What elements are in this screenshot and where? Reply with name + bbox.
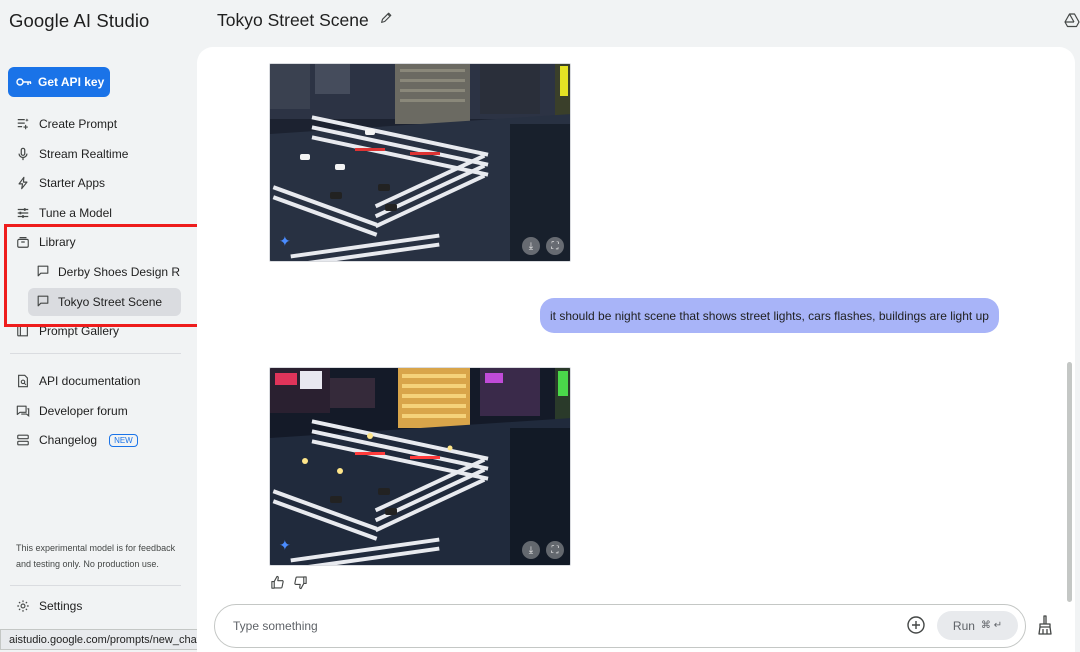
sidebar-divider bbox=[10, 353, 181, 354]
sidebar-item-label: API documentation bbox=[39, 374, 141, 388]
download-icon[interactable]: ⤓ bbox=[522, 541, 540, 559]
thumbs-down-icon[interactable] bbox=[293, 575, 308, 595]
library-icon bbox=[15, 234, 31, 250]
pencil-icon[interactable] bbox=[379, 11, 393, 30]
fullscreen-icon[interactable]: ⛶ bbox=[546, 541, 564, 559]
sidebar-item-label: Tune a Model bbox=[39, 206, 112, 220]
feedback-row bbox=[270, 575, 308, 595]
drive-icon[interactable] bbox=[1064, 12, 1080, 28]
image-toolbar: ⤓ ⛶ bbox=[522, 237, 564, 255]
sidebar-item-label: Library bbox=[39, 235, 76, 249]
clear-chat-icon[interactable] bbox=[1036, 615, 1054, 635]
forum-icon bbox=[15, 403, 31, 419]
sidebar-item-label: Developer forum bbox=[39, 404, 128, 418]
sidebar-divider bbox=[10, 585, 181, 586]
prompt-input[interactable] bbox=[233, 619, 873, 633]
run-button-label: Run bbox=[952, 618, 975, 633]
sparkle-icon: ✦ bbox=[279, 537, 291, 553]
chat-bubble-icon bbox=[36, 264, 50, 281]
sidebar-item-tune-model[interactable]: Tune a Model bbox=[8, 199, 188, 227]
sidebar: Google AI Studio Get API key Create Prom… bbox=[0, 0, 204, 652]
sidebar-item-starter-apps[interactable]: Starter Apps bbox=[8, 169, 188, 197]
chat-bubble-icon bbox=[36, 294, 50, 311]
sparkle-icon: ✦ bbox=[279, 233, 291, 249]
sidebar-item-developer-forum[interactable]: Developer forum bbox=[8, 397, 188, 425]
sidebar-item-create-prompt[interactable]: Create Prompt bbox=[8, 110, 188, 138]
sidebar-item-prompt-gallery[interactable]: Prompt Gallery bbox=[8, 317, 188, 345]
gallery-icon bbox=[15, 323, 31, 339]
prompt-title-row: Tokyo Street Scene bbox=[217, 10, 393, 31]
status-bar-url: aistudio.google.com/prompts/new_chat bbox=[0, 629, 209, 650]
brand-logo[interactable]: Google AI Studio bbox=[9, 10, 149, 32]
experimental-disclaimer: This experimental model is for feedback … bbox=[16, 543, 176, 569]
sidebar-item-label: Stream Realtime bbox=[39, 147, 129, 161]
prompt-input-container bbox=[214, 604, 1026, 648]
library-item-label: Derby Shoes Design R... bbox=[58, 265, 181, 279]
sidebar-item-label: Settings bbox=[39, 599, 83, 613]
sidebar-item-stream-realtime[interactable]: Stream Realtime bbox=[8, 140, 188, 168]
thumbs-up-icon[interactable] bbox=[270, 575, 285, 595]
run-button[interactable]: Run ⌘ ↵ bbox=[937, 611, 1018, 640]
sidebar-item-api-documentation[interactable]: API documentation bbox=[8, 367, 188, 395]
get-api-key-button[interactable]: Get API key bbox=[8, 67, 110, 97]
chat-scrollbar[interactable] bbox=[1067, 362, 1072, 602]
tune-icon bbox=[15, 205, 31, 221]
create-prompt-icon bbox=[15, 116, 31, 132]
image-toolbar: ⤓ ⛶ bbox=[522, 541, 564, 559]
sidebar-item-label: Create Prompt bbox=[39, 117, 118, 131]
bolt-icon bbox=[15, 175, 31, 191]
page-title[interactable]: Tokyo Street Scene bbox=[217, 10, 369, 31]
add-circle-icon[interactable] bbox=[906, 615, 926, 635]
new-badge: NEW bbox=[109, 433, 138, 447]
library-item-tokyo-street-scene[interactable]: Tokyo Street Scene bbox=[28, 288, 181, 316]
sidebar-item-settings[interactable]: Settings bbox=[8, 592, 188, 620]
changelog-icon bbox=[15, 432, 31, 448]
get-api-key-label: Get API key bbox=[38, 75, 105, 89]
sidebar-item-label: Prompt Gallery bbox=[39, 324, 120, 338]
generated-image-2[interactable]: ✦ ⤓ ⛶ bbox=[269, 367, 571, 566]
fullscreen-icon[interactable]: ⛶ bbox=[546, 237, 564, 255]
download-icon[interactable]: ⤓ bbox=[522, 237, 540, 255]
generated-image-1[interactable]: ✦ ⤓ ⛶ bbox=[269, 63, 571, 262]
library-item-label: Tokyo Street Scene bbox=[58, 295, 163, 309]
sidebar-item-label: Starter Apps bbox=[39, 176, 106, 190]
sidebar-item-library[interactable]: Library bbox=[8, 228, 188, 256]
library-item-derby-shoes[interactable]: Derby Shoes Design R... bbox=[28, 258, 181, 286]
key-icon bbox=[16, 78, 32, 86]
gear-icon bbox=[15, 598, 31, 614]
docs-icon bbox=[15, 373, 31, 389]
user-message: it should be night scene that shows stre… bbox=[540, 298, 999, 333]
run-shortcut: ⌘ ↵ bbox=[980, 620, 1003, 631]
mic-icon bbox=[15, 146, 31, 162]
sidebar-item-label: Changelog bbox=[39, 433, 98, 447]
sidebar-item-changelog[interactable]: Changelog NEW bbox=[8, 426, 188, 454]
